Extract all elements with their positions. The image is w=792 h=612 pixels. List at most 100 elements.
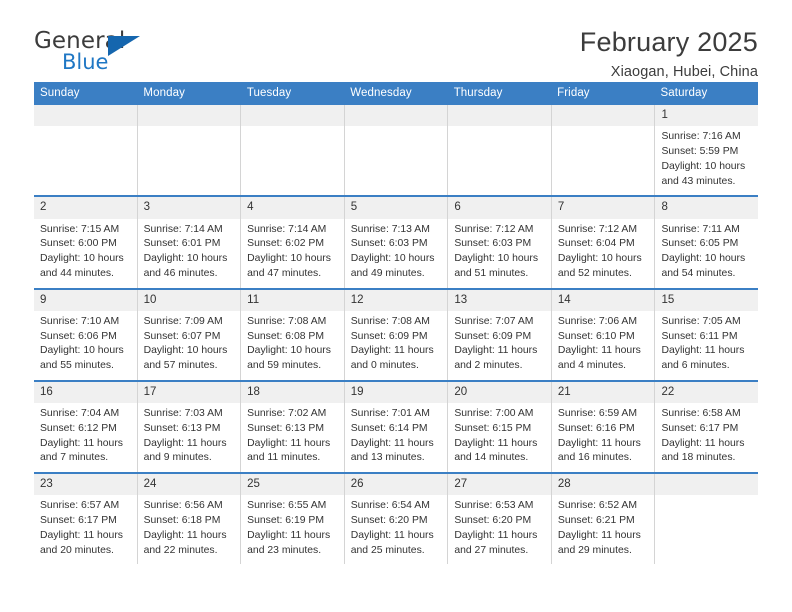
day-cell[interactable]: 15 Sunrise: 7:05 AM Sunset: 6:11 PM Dayligh… (655, 289, 759, 380)
sunrise-text: Sunrise: 6:55 AM (247, 500, 327, 512)
day-cell[interactable]: 22 Sunrise: 6:58 AM Sunset: 6:17 PM Dayligh… (655, 381, 759, 473)
day-cell[interactable]: 11 Sunrise: 7:08 AM Sunset: 6:08 PM Dayligh… (241, 289, 345, 380)
day-cell[interactable]: 8 Sunrise: 7:11 AM Sunset: 6:05 PM Daylight… (655, 197, 759, 288)
sunset-text: Sunset: 6:02 PM (247, 238, 324, 250)
sunrise-text: Sunrise: 7:00 AM (454, 408, 534, 420)
day-cell[interactable]: 17 Sunrise: 7:03 AM Sunset: 6:13 PM Dayligh… (137, 381, 242, 473)
day-cell[interactable]: 25 Sunrise: 6:55 AM Sunset: 6:19 PM Dayligh… (241, 474, 345, 565)
day-cell[interactable]: 12 Sunrise: 7:08 AM Sunset: 6:09 PM Dayligh… (344, 289, 449, 380)
day-cell[interactable]: 21 Sunrise: 6:59 AM Sunset: 6:16 PM Dayligh… (551, 381, 656, 473)
daylight-text-line2: and 0 minutes. (350, 360, 419, 372)
sunrise-text: Sunrise: 7:08 AM (247, 315, 327, 327)
sunrise-text: Sunrise: 7:13 AM (350, 223, 430, 235)
sunset-text: Sunset: 6:03 PM (350, 238, 428, 250)
day-number: 20 (448, 381, 551, 404)
day-cell[interactable]: 2 Sunrise: 7:15 AM Sunset: 6:00 PM Daylight… (34, 197, 138, 288)
sunrise-text: Sunrise: 7:08 AM (350, 315, 430, 327)
day-cell-empty (34, 105, 138, 196)
day-cell[interactable]: 5 Sunrise: 7:13 AM Sunset: 6:03 PM Daylight… (344, 197, 449, 288)
sunset-text: Sunset: 6:20 PM (350, 515, 428, 527)
day-details: Sunrise: 7:00 AM Sunset: 6:15 PM Daylight:… (448, 403, 551, 472)
day-details: Sunrise: 7:09 AM Sunset: 6:07 PM Daylight:… (138, 311, 241, 380)
calendar-weeks: 1 Sunrise: 7:16 AM Sunset: 5:59 PM Daylight… (34, 105, 759, 565)
daylight-text-line2: and 18 minutes. (661, 452, 736, 464)
day-details: Sunrise: 7:14 AM Sunset: 6:02 PM Daylight:… (241, 219, 344, 288)
day-cell[interactable]: 1 Sunrise: 7:16 AM Sunset: 5:59 PM Daylight… (655, 105, 759, 196)
daylight-text-line1: Daylight: 10 hours (557, 253, 642, 265)
day-number: 27 (448, 474, 551, 496)
day-cell[interactable]: 18 Sunrise: 7:02 AM Sunset: 6:13 PM Dayligh… (241, 381, 345, 473)
sunset-text: Sunset: 6:12 PM (40, 422, 117, 434)
sunset-text: Sunset: 6:09 PM (454, 330, 532, 342)
day-number: 12 (344, 289, 448, 311)
day-number (137, 105, 241, 127)
day-number (344, 105, 448, 127)
week-row: 23 Sunrise: 6:57 AM Sunset: 6:17 PM Dayligh… (34, 472, 759, 565)
day-number: 28 (551, 474, 655, 496)
sunrise-text: Sunrise: 7:12 AM (454, 223, 534, 235)
day-number: 8 (655, 197, 759, 219)
day-cell[interactable]: 10 Sunrise: 7:09 AM Sunset: 6:07 PM Dayligh… (137, 289, 242, 380)
day-cell[interactable]: 14 Sunrise: 7:06 AM Sunset: 6:10 PM Dayligh… (551, 289, 656, 380)
day-details: Sunrise: 7:02 AM Sunset: 6:13 PM Daylight:… (241, 403, 344, 472)
daylight-text-line1: Daylight: 11 hours (247, 529, 331, 541)
sunset-text: Sunset: 6:11 PM (661, 330, 738, 342)
daylight-text-line1: Daylight: 10 hours (40, 253, 124, 265)
day-details: Sunrise: 6:56 AM Sunset: 6:18 PM Daylight:… (138, 495, 241, 564)
day-details (34, 126, 137, 136)
daylight-text-line1: Daylight: 11 hours (454, 437, 538, 449)
calendar-grid: Sunday Monday Tuesday Wednesday Thursday… (34, 82, 759, 565)
weekday-header-saturday: Saturday (660, 87, 708, 99)
day-cell[interactable]: 9 Sunrise: 7:10 AM Sunset: 6:06 PM Daylight… (34, 289, 138, 380)
day-cell[interactable]: 20 Sunrise: 7:00 AM Sunset: 6:15 PM Dayligh… (448, 381, 552, 473)
day-details (552, 126, 655, 136)
daylight-text-line2: and 29 minutes. (557, 544, 632, 556)
daylight-text-line1: Daylight: 11 hours (557, 345, 641, 357)
day-cell[interactable]: 28 Sunrise: 6:52 AM Sunset: 6:21 PM Dayligh… (551, 474, 656, 565)
daylight-text-line1: Daylight: 11 hours (557, 529, 641, 541)
daylight-text-line2: and 43 minutes. (661, 175, 736, 187)
day-details: Sunrise: 7:10 AM Sunset: 6:06 PM Daylight:… (34, 311, 137, 380)
daylight-text-line1: Daylight: 11 hours (350, 345, 434, 357)
sunrise-text: Sunrise: 7:06 AM (557, 315, 638, 327)
day-cell[interactable]: 4 Sunrise: 7:14 AM Sunset: 6:02 PM Daylight… (241, 197, 345, 288)
day-cell[interactable]: 3 Sunrise: 7:14 AM Sunset: 6:01 PM Daylight… (137, 197, 242, 288)
sunrise-text: Sunrise: 7:05 AM (661, 315, 741, 327)
day-cell[interactable]: 13 Sunrise: 7:07 AM Sunset: 6:09 PM Dayligh… (448, 289, 552, 380)
day-cell[interactable]: 23 Sunrise: 6:57 AM Sunset: 6:17 PM Dayligh… (34, 474, 138, 565)
day-cell[interactable]: 7 Sunrise: 7:12 AM Sunset: 6:04 PM Daylight… (551, 197, 656, 288)
sunrise-text: Sunrise: 6:52 AM (557, 500, 638, 512)
day-number: 13 (448, 289, 551, 311)
sunrise-text: Sunrise: 7:10 AM (40, 315, 120, 327)
daylight-text-line1: Daylight: 11 hours (143, 437, 227, 449)
daylight-text-line2: and 23 minutes. (247, 544, 322, 556)
sunset-text: Sunset: 6:05 PM (661, 238, 739, 250)
day-details: Sunrise: 7:16 AM Sunset: 5:59 PM Daylight:… (655, 126, 758, 195)
day-cell[interactable]: 19 Sunrise: 7:01 AM Sunset: 6:14 PM Dayligh… (344, 381, 449, 473)
daylight-text-line1: Daylight: 10 hours (143, 345, 228, 357)
day-cell-empty (344, 105, 449, 196)
sunrise-text: Sunrise: 7:09 AM (143, 315, 223, 327)
day-cell[interactable]: 27 Sunrise: 6:53 AM Sunset: 6:20 PM Dayligh… (448, 474, 552, 565)
daylight-text-line1: Daylight: 10 hours (40, 345, 124, 357)
daylight-text-line1: Daylight: 10 hours (661, 160, 746, 172)
daylight-text-line2: and 54 minutes. (661, 267, 736, 279)
day-cell[interactable]: 24 Sunrise: 6:56 AM Sunset: 6:18 PM Dayligh… (137, 474, 242, 565)
day-cell[interactable]: 6 Sunrise: 7:12 AM Sunset: 6:03 PM Daylight… (448, 197, 552, 288)
day-cell[interactable]: 16 Sunrise: 7:04 AM Sunset: 6:12 PM Dayligh… (34, 381, 138, 473)
day-cell-empty (551, 105, 656, 196)
day-cell-empty (137, 105, 242, 196)
sunset-text: Sunset: 6:10 PM (557, 330, 635, 342)
daylight-text-line2: and 25 minutes. (350, 544, 425, 556)
day-cell[interactable]: 26 Sunrise: 6:54 AM Sunset: 6:20 PM Dayligh… (344, 474, 449, 565)
daylight-text-line2: and 27 minutes. (454, 544, 529, 556)
day-details (241, 126, 344, 136)
sunset-text: Sunset: 6:16 PM (557, 422, 635, 434)
sunset-text: Sunset: 6:19 PM (247, 515, 324, 527)
sunset-text: Sunset: 6:03 PM (454, 238, 532, 250)
sunrise-text: Sunrise: 7:16 AM (661, 131, 741, 143)
day-details: Sunrise: 7:08 AM Sunset: 6:09 PM Daylight:… (345, 311, 448, 380)
sunset-text: Sunset: 6:00 PM (40, 238, 117, 250)
week-row: 9 Sunrise: 7:10 AM Sunset: 6:06 PM Daylight… (34, 287, 759, 380)
general-blue-logo[interactable]: General Blue (34, 28, 164, 80)
